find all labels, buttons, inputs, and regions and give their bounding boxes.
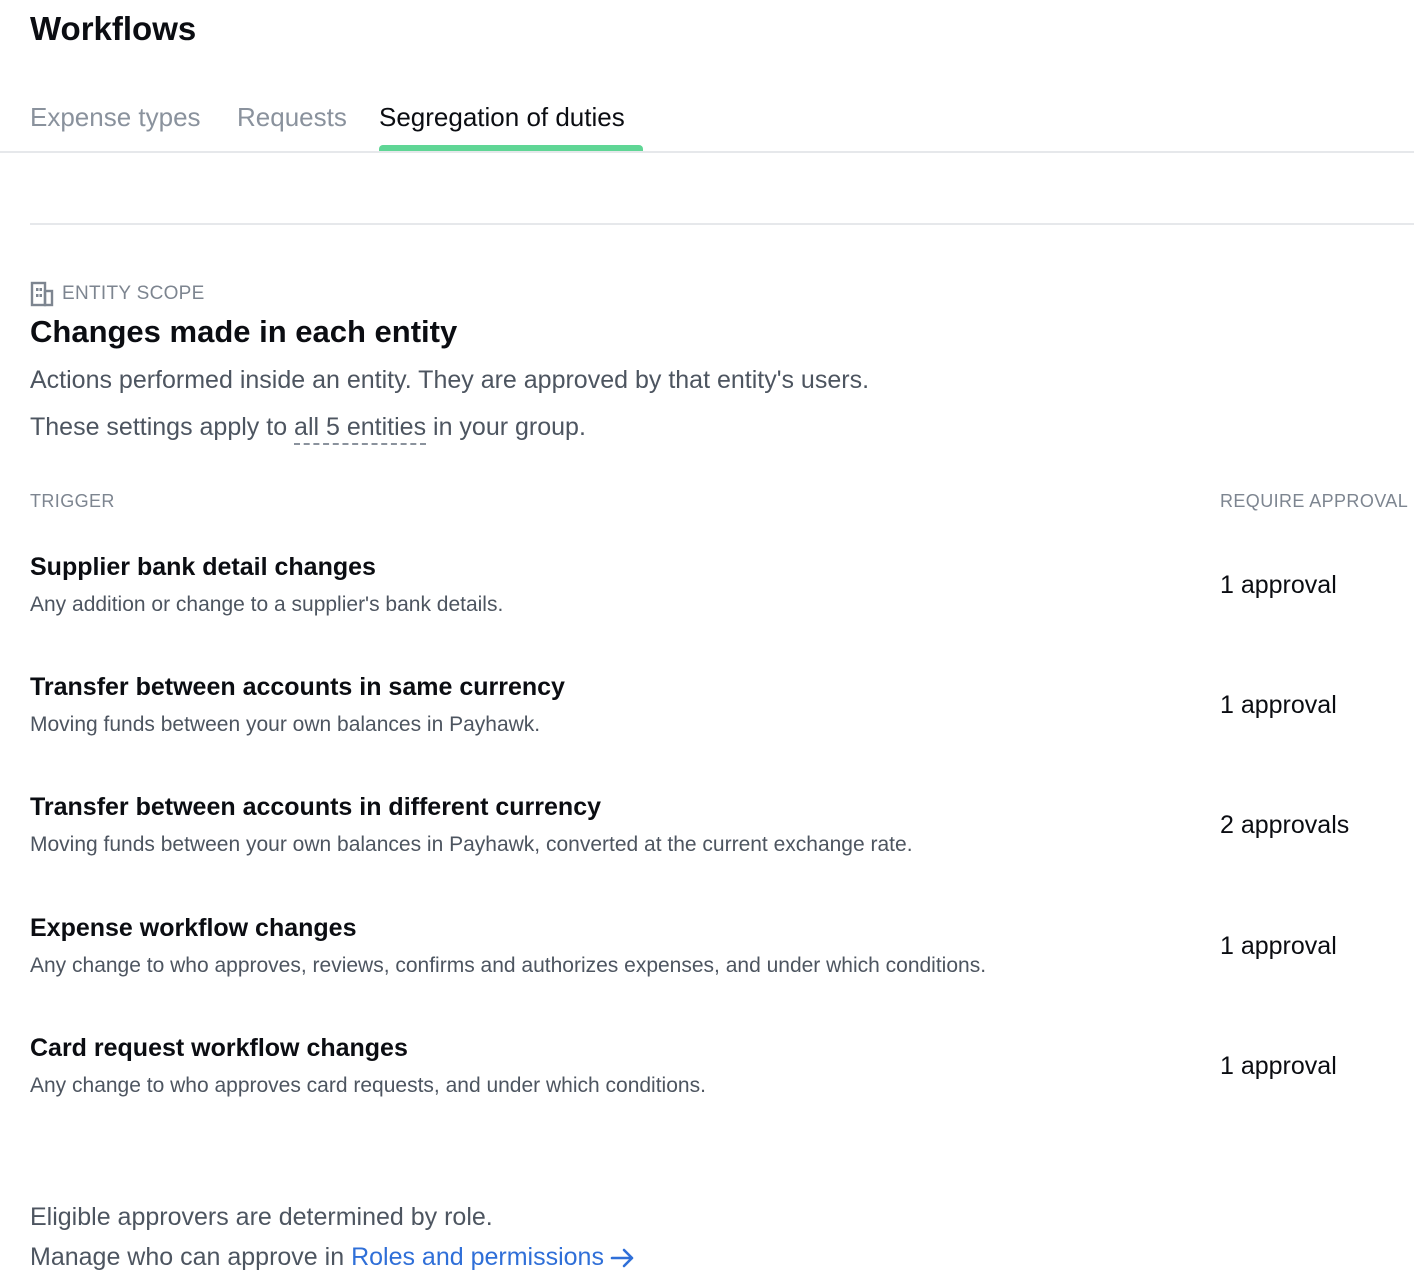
tab-label: Segregation of duties	[379, 102, 625, 132]
row-title: Transfer between accounts in same curren…	[30, 673, 565, 701]
section-title: Changes made in each entity	[30, 314, 458, 349]
section-divider	[30, 223, 1414, 225]
trigger-row-transfer-different-currency[interactable]: Transfer between accounts in different c…	[30, 790, 1414, 890]
row-description: Any addition or change to a supplier's b…	[30, 593, 504, 616]
scope-label-text: ENTITY SCOPE	[62, 283, 205, 304]
row-description: Moving funds between your own balances i…	[30, 833, 913, 856]
tab-expense-types[interactable]: Expense types	[30, 98, 201, 152]
tab-label: Requests	[237, 102, 347, 132]
trigger-row-expense-workflow[interactable]: Expense workflow changes Any change to w…	[30, 911, 1414, 1011]
row-description: Moving funds between your own balances i…	[30, 713, 541, 736]
roles-and-permissions-link[interactable]: Roles and permissions	[351, 1243, 636, 1271]
trigger-row-transfer-same-currency[interactable]: Transfer between accounts in same curren…	[30, 670, 1414, 770]
page-title: Workflows	[30, 10, 197, 47]
tab-label: Expense types	[30, 102, 201, 132]
entities-link[interactable]: all 5 entities	[294, 413, 427, 445]
row-approval-count: 1 approval	[1220, 571, 1337, 599]
scope-label: ENTITY SCOPE	[30, 280, 205, 308]
trigger-row-supplier-bank-details[interactable]: Supplier bank detail changes Any additio…	[30, 550, 1414, 650]
trigger-row-card-request-workflow[interactable]: Card request workflow changes Any change…	[30, 1031, 1414, 1131]
row-title: Supplier bank detail changes	[30, 553, 376, 581]
row-approval-count: 1 approval	[1220, 691, 1337, 719]
arrow-right-icon	[610, 1249, 634, 1268]
note-prefix: These settings apply to	[30, 413, 288, 441]
row-title: Transfer between accounts in different c…	[30, 793, 601, 821]
row-title: Card request workflow changes	[30, 1034, 408, 1062]
row-approval-count: 1 approval	[1220, 932, 1337, 960]
row-description: Any change to who approves, reviews, con…	[30, 954, 987, 977]
row-description: Any change to who approves card requests…	[30, 1074, 706, 1097]
section-note: These settings apply to all 5 entities i…	[30, 409, 586, 445]
footer-manage-line: Manage who can approve in Roles and perm…	[30, 1239, 636, 1275]
row-approval-count: 2 approvals	[1220, 811, 1350, 839]
link-label: Roles and permissions	[351, 1243, 604, 1271]
column-header-trigger: TRIGGER	[30, 491, 115, 511]
tabs-divider	[0, 151, 1414, 153]
building-icon	[30, 281, 54, 307]
row-approval-count: 1 approval	[1220, 1052, 1337, 1080]
tab-segregation-of-duties[interactable]: Segregation of duties	[379, 98, 643, 152]
section-description: Actions performed inside an entity. They…	[30, 366, 870, 394]
footer-prefix: Manage who can approve in	[30, 1243, 345, 1271]
note-suffix: in your group.	[433, 413, 586, 441]
footer-note: Eligible approvers are determined by rol…	[30, 1203, 493, 1231]
row-title: Expense workflow changes	[30, 914, 357, 942]
tab-requests[interactable]: Requests	[237, 98, 347, 152]
column-header-require-approval: REQUIRE APPROVAL	[1220, 491, 1409, 511]
